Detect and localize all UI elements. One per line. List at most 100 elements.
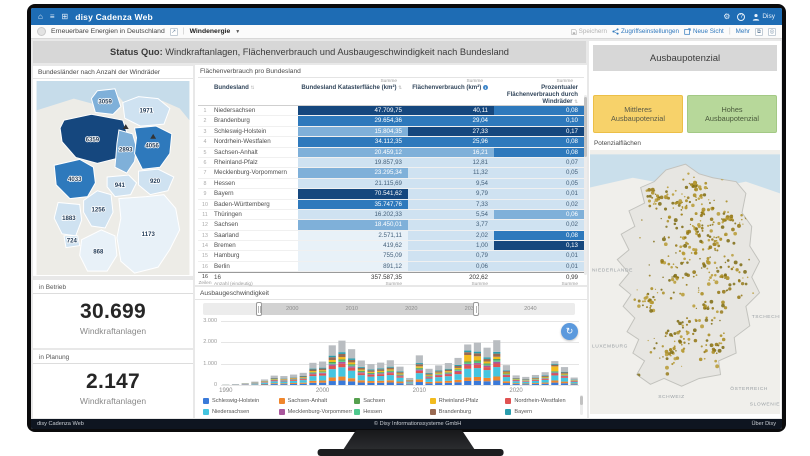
y-axis-tick: 2.000 [203, 339, 217, 346]
bar-2021[interactable] [522, 376, 530, 385]
info-icon[interactable]: i [483, 85, 488, 90]
germany-choropleth-map[interactable]: 3059 1971 6359 2893 4056 4033 1256 941 920 1883 72… [36, 81, 190, 275]
table-row[interactable]: 13 Saarland 2.571,11 2,02 0,08 [198, 230, 584, 242]
bar-2018[interactable] [493, 340, 501, 385]
bar-2014[interactable] [454, 357, 462, 385]
hohes-ausbaupotenzial-button[interactable]: Hohes Ausbaupotenzial [687, 95, 777, 133]
sort-icon[interactable]: ⇅ [398, 85, 402, 90]
bar-2023[interactable] [541, 372, 549, 385]
legend-item[interactable]: Brandenburg [429, 406, 504, 417]
legend-item[interactable]: Sachsen-Anhalt [278, 395, 353, 406]
duplicate-window-icon[interactable]: ⧉ [755, 27, 763, 36]
sort-icon[interactable]: ⇅ [574, 99, 578, 104]
table-row[interactable]: 1 Niedersachsen 47.709,75 40,11 0,08 [198, 106, 584, 117]
table-row[interactable]: 12 Sachsen 18.450,01 3,77 0,02 [198, 220, 584, 231]
bar-2007[interactable] [386, 360, 394, 385]
bar-2024[interactable] [551, 361, 559, 385]
new-view-button[interactable]: Neue Sicht [684, 28, 724, 35]
bar-1994[interactable] [260, 379, 269, 385]
bar-2026[interactable] [570, 377, 578, 385]
bar-2002[interactable] [338, 340, 346, 385]
chevron-down-icon[interactable]: ▼ [235, 29, 240, 35]
mittleres-ausbaupotenzial-button[interactable]: Mittleres Ausbaupotenzial [593, 95, 683, 133]
potenzial-map[interactable]: NIEDERLANDE LUXEMBURG SCHWEIZ ÖSTERREICH TSC… [590, 150, 780, 414]
save-button[interactable]: Speichern [570, 28, 607, 35]
bar-2001[interactable] [328, 345, 336, 385]
table-row[interactable]: 16 Berlin 891,12 0,06 0,01 [198, 261, 584, 273]
help-icon[interactable]: ? [737, 12, 746, 21]
view-selector[interactable]: Windenergie [190, 28, 231, 35]
map-state-value: 724 [67, 239, 78, 245]
home-icon[interactable]: ⌂ [38, 8, 43, 25]
bar-2008[interactable] [396, 366, 404, 385]
bar-1996[interactable] [280, 376, 288, 385]
bar-2022[interactable] [531, 374, 540, 385]
bar-1993[interactable] [251, 381, 259, 385]
bar-2016[interactable] [473, 342, 481, 385]
options-icon[interactable]: ◎ [768, 27, 776, 36]
footer-about-link[interactable]: Über Disy [751, 421, 776, 427]
bar-2012[interactable] [435, 365, 443, 385]
slider-handle-right[interactable] [473, 302, 480, 316]
bar-2013[interactable] [444, 363, 452, 385]
bar-2000[interactable] [319, 361, 327, 385]
legend-item[interactable]: Mecklenburg-Vorpommern [278, 406, 352, 417]
table-row[interactable]: 5 Sachsen-Anhalt 20.459,12 16,21 0,08 [198, 147, 584, 158]
bar-1995[interactable] [270, 375, 278, 385]
bar-2003[interactable] [348, 349, 356, 385]
bar-1997[interactable] [289, 374, 298, 385]
table-row[interactable]: 15 Hamburg 755,09 0,79 0,01 [198, 251, 584, 262]
table-row[interactable]: 7 Mecklenburg-Vorpommern 23.295,34 11,32 0,0… [198, 168, 584, 179]
cell-prozent: 0,02 [494, 220, 584, 230]
workbook-grid-icon[interactable]: ⊞ [62, 8, 69, 25]
bar-1999[interactable] [309, 362, 317, 385]
table-row[interactable]: 4 Nordrhein-Westfalen 34.112,35 25,96 0,08 [198, 137, 584, 148]
bar-2015[interactable] [464, 344, 472, 385]
legend-item[interactable]: Niedersachsen [203, 406, 277, 417]
slider-handle-left[interactable] [255, 302, 262, 316]
breadcrumb[interactable]: Erneuerbare Energien in Deutschland [51, 28, 165, 35]
legend-item[interactable]: Sachsen [354, 395, 428, 406]
legend-scrollbar[interactable] [580, 395, 583, 415]
chart-legend: Schleswig-Holstein Sachsen-Anhalt Sachsen R… [203, 395, 579, 417]
menu-icon[interactable]: ≡ [50, 8, 55, 25]
bar-1991[interactable] [231, 384, 240, 385]
table-row[interactable]: 9 Bayern 70.541,62 9,79 0,01 [198, 189, 584, 200]
legend-item[interactable]: Nordrhein-Westfalen [505, 395, 579, 406]
legend-item[interactable]: Bayern [505, 406, 579, 417]
legend-item[interactable]: Hessen [354, 406, 428, 417]
table-row[interactable]: 10 Baden-Württemberg 35.747,76 7,33 0,02 [198, 199, 584, 210]
table-row[interactable]: 14 Bremen 419,62 1,00 0,13 [198, 241, 584, 252]
table-row[interactable]: 2 Brandenburg 29.654,36 29,04 0,10 [198, 116, 584, 127]
open-external-icon[interactable]: ↗ [169, 27, 178, 36]
bar-2020[interactable] [512, 375, 520, 385]
legend-item[interactable]: Rheinland-Pfalz [429, 395, 504, 406]
access-settings-button[interactable]: Zugriffseinstellungen [612, 28, 679, 35]
sort-icon[interactable]: ⇅ [251, 85, 255, 90]
bar-2005[interactable] [367, 364, 375, 385]
bar-2017[interactable] [483, 347, 491, 385]
bar-2025[interactable] [560, 367, 569, 385]
time-range-slider[interactable]: 2000 2010 2020 2030 2040 [203, 302, 575, 316]
user-menu[interactable]: Disy [752, 13, 775, 21]
workbook-status-icon[interactable] [37, 27, 46, 36]
table-row[interactable]: 8 Hessen 21.115,69 9,54 0,05 [198, 178, 584, 190]
bar-1992[interactable] [241, 383, 249, 385]
bar-1998[interactable] [299, 372, 307, 385]
bar-2019[interactable] [502, 365, 511, 385]
gear-icon[interactable]: ⚙ [723, 8, 730, 25]
legend-item[interactable]: Schleswig-Holstein [203, 395, 277, 406]
map-state-value: 4033 [68, 177, 82, 183]
more-button[interactable]: Mehr [736, 28, 750, 35]
table-scrollbar[interactable] [584, 95, 587, 275]
bar-2004[interactable] [357, 360, 365, 385]
bar-2009[interactable] [406, 377, 414, 385]
bar-2010[interactable] [415, 355, 423, 385]
table-row[interactable]: 11 Thüringen 16.202,33 5,54 0,06 [198, 209, 584, 221]
bar-2006[interactable] [377, 362, 385, 385]
table-row[interactable]: 3 Schleswig-Holstein 15.804,35 27,33 0,17 [198, 126, 584, 138]
cell-prozent: 0,05 [494, 168, 584, 178]
bar-1990[interactable] [222, 384, 230, 385]
bar-2011[interactable] [425, 368, 433, 385]
table-row[interactable]: 6 Rheinland-Pfalz 19.857,93 12,81 0,07 [198, 157, 584, 169]
